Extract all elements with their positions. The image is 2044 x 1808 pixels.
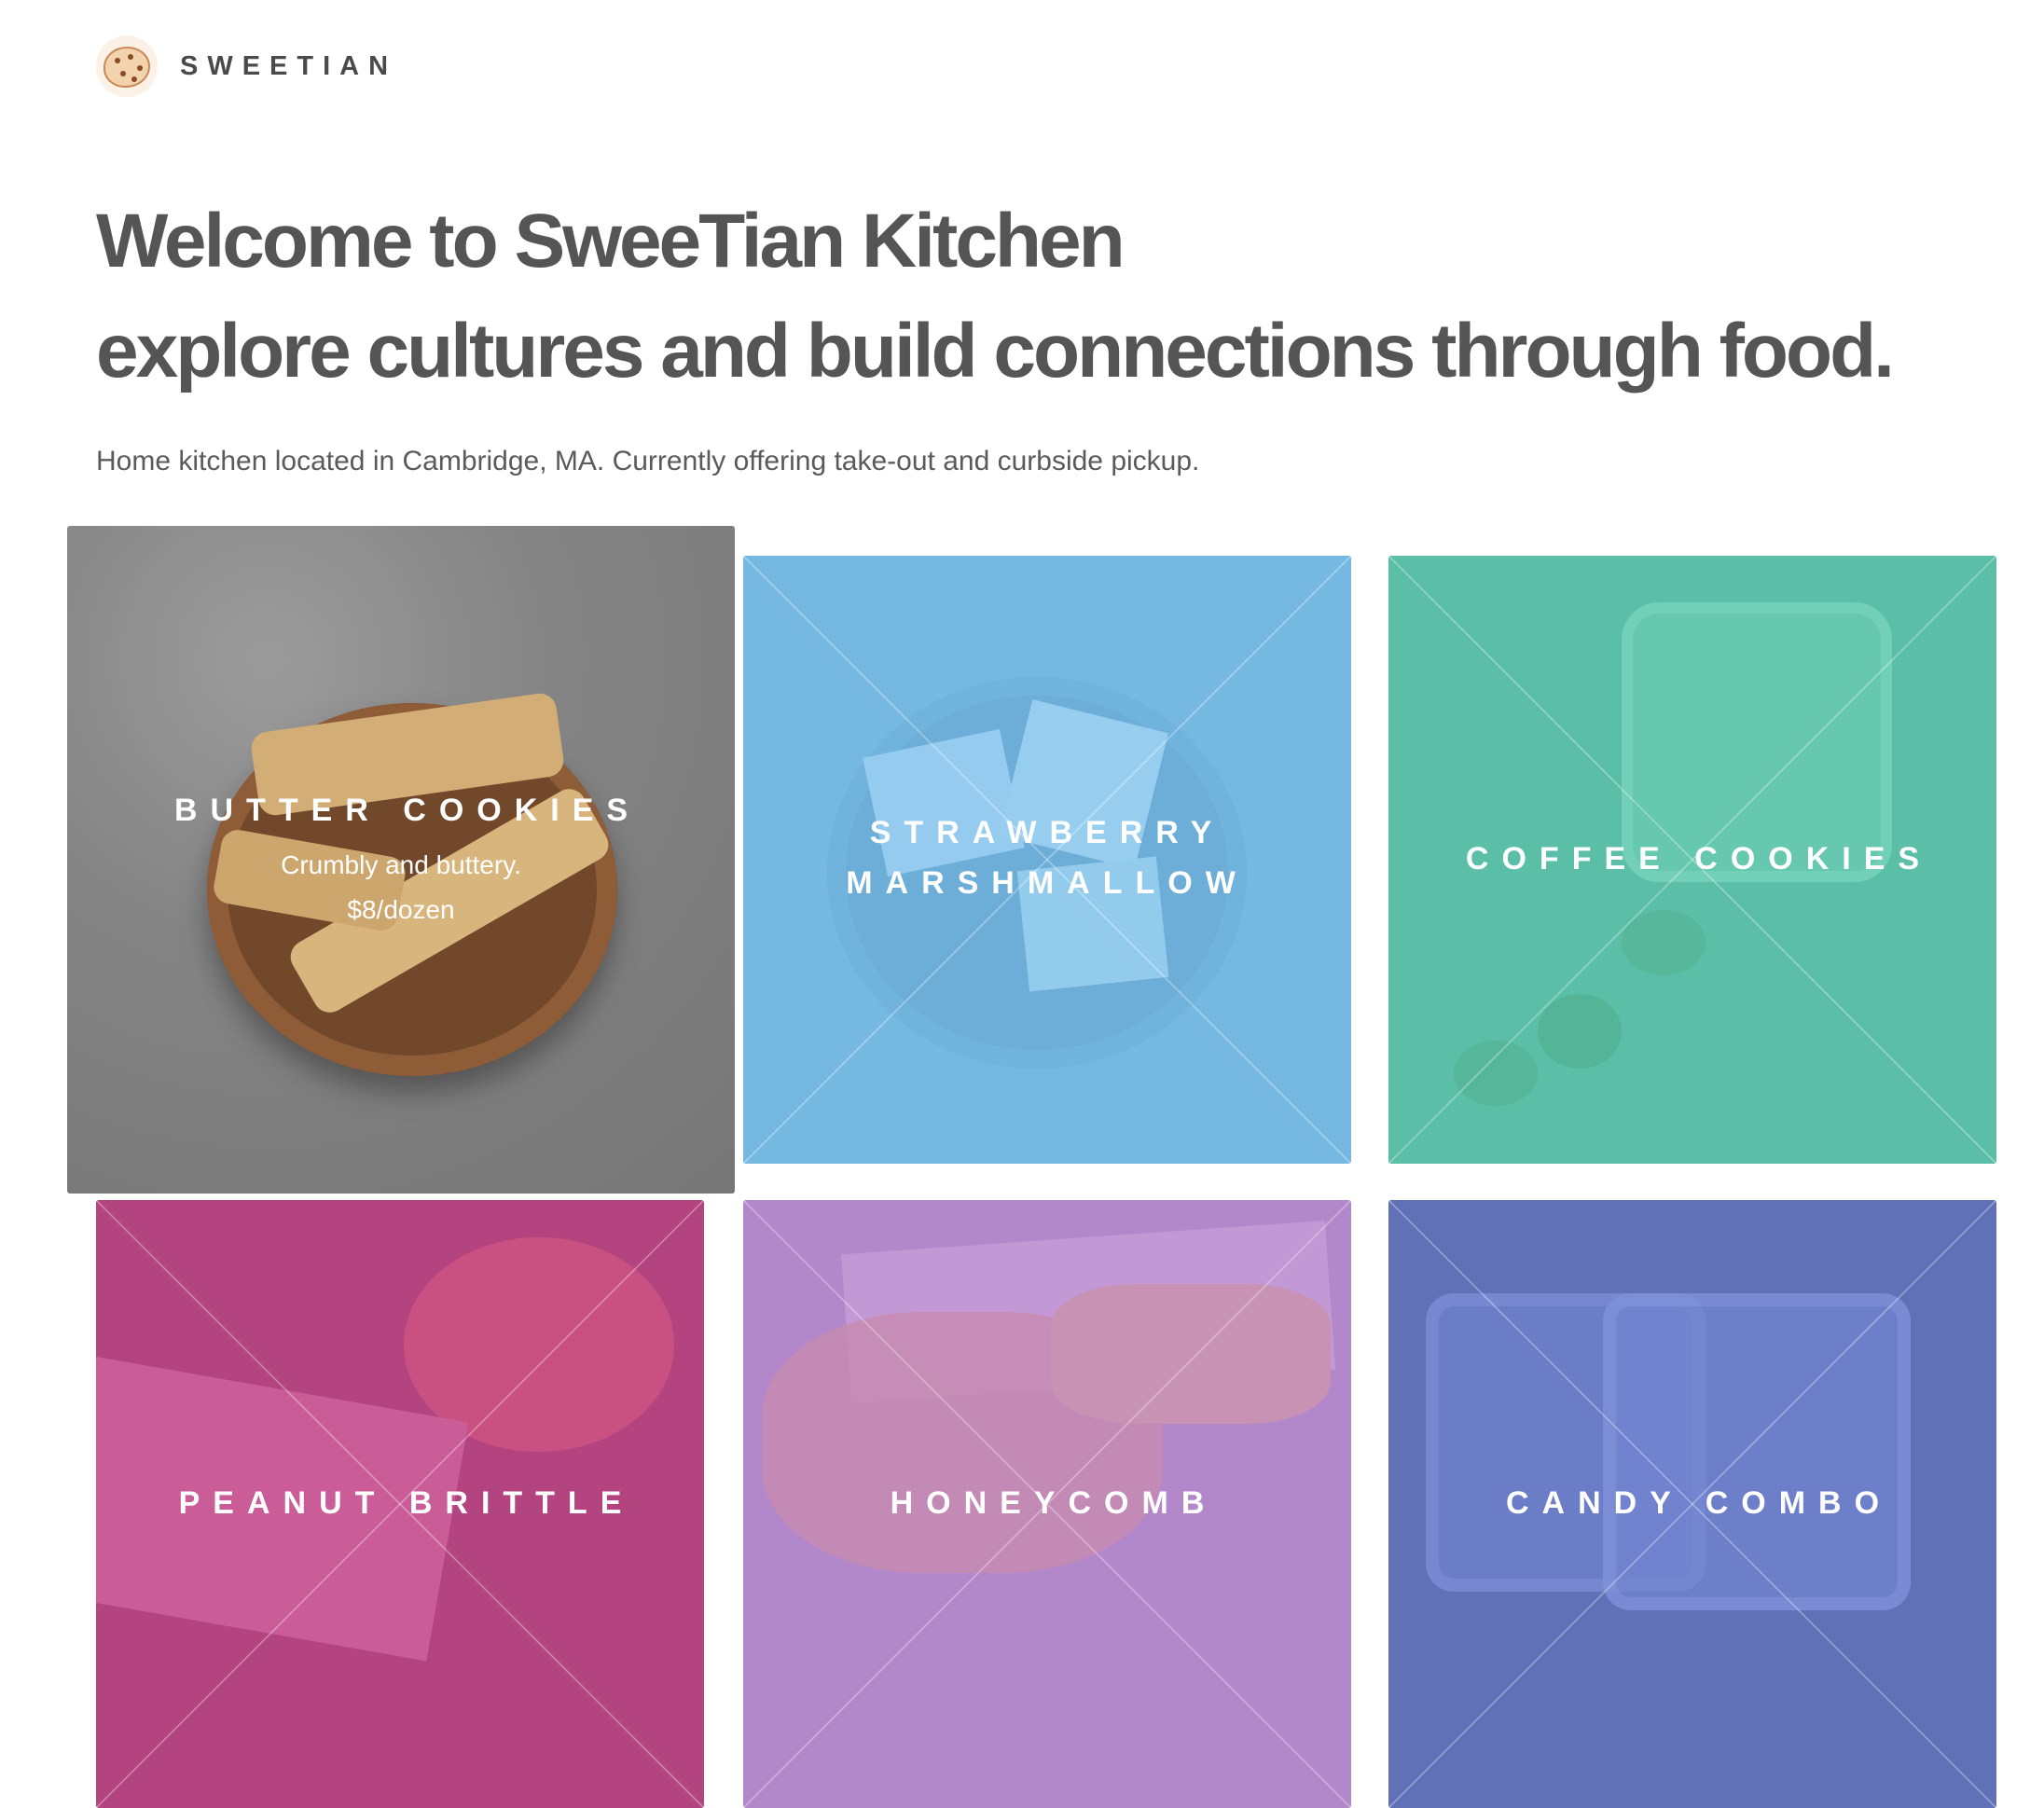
cookie-logo-icon[interactable]: [96, 35, 158, 97]
product-title: CANDY COMBO: [1505, 1485, 1893, 1521]
product-card-butter-cookies[interactable]: BUTTER COOKIES Crumbly and buttery. $8/d…: [67, 526, 735, 1194]
brand-name[interactable]: SWEETIAN: [180, 51, 397, 82]
tagline: Home kitchen located in Cambridge, MA. C…: [96, 446, 1200, 476]
product-card-coffee-cookies[interactable]: COFFEE COOKIES: [1388, 556, 1996, 1164]
product-description: Crumbly and buttery.: [281, 850, 521, 879]
product-title: STRAWBERRY MARSHMALLOW: [846, 815, 1249, 901]
hero-heading: Welcome to SweeTian Kitchen explore cult…: [96, 186, 1961, 407]
product-card-label: STRAWBERRY MARSHMALLOW: [743, 807, 1351, 908]
product-price: $8/dozen: [347, 895, 455, 924]
product-title: BUTTER COOKIES: [173, 793, 642, 828]
product-card-label: COFFEE COOKIES: [1388, 834, 1996, 884]
product-card-peanut-brittle[interactable]: PEANUT BRITTLE: [96, 1200, 704, 1808]
product-card-candy-combo[interactable]: CANDY COMBO: [1388, 1200, 1996, 1808]
hero-line-1: Welcome to SweeTian Kitchen: [96, 199, 1126, 283]
product-card-label: BUTTER COOKIES Crumbly and buttery. $8/d…: [67, 785, 735, 932]
product-card-label: PEANUT BRITTLE: [96, 1478, 704, 1528]
product-card-label: HONEYCOMB: [743, 1478, 1351, 1528]
site-header: SWEETIAN: [96, 35, 397, 97]
product-title: PEANUT BRITTLE: [178, 1485, 635, 1521]
hero-line-2: explore cultures and build connections t…: [96, 309, 1895, 393]
product-card-label: CANDY COMBO: [1388, 1478, 1996, 1528]
product-title: HONEYCOMB: [890, 1485, 1218, 1521]
product-card-honeycomb[interactable]: HONEYCOMB: [743, 1200, 1351, 1808]
product-card-strawberry-marshmallow[interactable]: STRAWBERRY MARSHMALLOW: [743, 556, 1351, 1164]
product-title: COFFEE COOKIES: [1465, 841, 1933, 876]
